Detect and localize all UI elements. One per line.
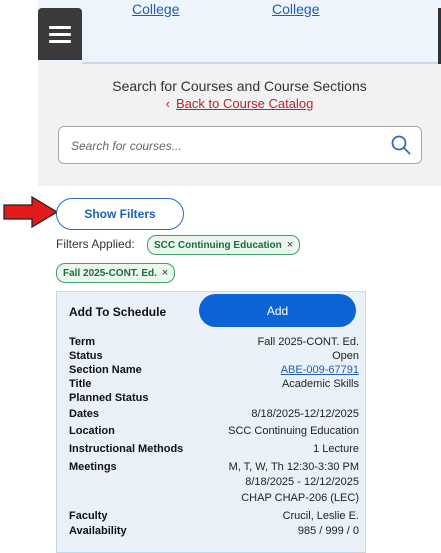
section-name-link[interactable]: ABE-009-67791 (281, 364, 359, 376)
menu-button[interactable] (38, 8, 82, 60)
add-button[interactable]: Add (199, 294, 356, 327)
top-header (38, 0, 441, 66)
field-label: Term (69, 336, 96, 348)
field-label: Section Name (69, 364, 142, 376)
show-filters-button[interactable]: Show Filters (56, 198, 184, 230)
header-divider (82, 62, 441, 64)
filter-chip-location[interactable]: SCC Continuing Education × (147, 235, 301, 255)
search-heading: Search for Courses and Course Sections (112, 78, 367, 94)
dates-row: Dates 8/18/2025-12/12/2025 (69, 408, 359, 423)
location-value: SCC Continuing Education (228, 425, 359, 437)
section-card: Add To Schedule Add Term Fall 2025-CONT.… (56, 291, 366, 553)
faculty-row: Faculty Crucil, Leslie E. (69, 510, 359, 525)
field-label: Status (69, 350, 103, 362)
dates-value: 8/18/2025-12/12/2025 (251, 408, 359, 420)
meeting-date-range: 8/18/2025 - 12/12/2025 (245, 476, 359, 488)
hamburger-icon (49, 26, 71, 29)
section-name-row: Section Name ABE-009-67791 (69, 364, 359, 379)
filter-chip-term[interactable]: Fall 2025-CONT. Ed. × (56, 263, 176, 283)
field-label: Location (69, 425, 115, 437)
instructional-methods-value: 1 Lecture (313, 443, 359, 455)
field-label: Instructional Methods (69, 443, 184, 455)
filters-applied-label: Filters Applied: (56, 237, 135, 251)
search-box (58, 126, 422, 164)
status-value: Open (332, 350, 359, 362)
meeting-room: CHAP CHAP-206 (LEC) (241, 492, 359, 504)
field-label: Title (69, 378, 92, 390)
field-label: Meetings (69, 461, 117, 473)
add-to-schedule-label: Add To Schedule (69, 305, 167, 319)
meeting-days-times: M, T, W, Th 12:30-3:30 PM (228, 461, 359, 473)
filter-chip-label: Fall 2025-CONT. Ed. (63, 268, 157, 279)
search-input[interactable] (69, 135, 373, 157)
term-row: Term Fall 2025-CONT. Ed. (69, 336, 359, 351)
instructional-methods-row: Instructional Methods 1 Lecture (69, 443, 359, 458)
field-label: Availability (69, 525, 127, 537)
title-value: Academic Skills (281, 378, 359, 390)
college-link-2[interactable]: College (272, 1, 319, 17)
back-to-catalog-link[interactable]: ‹ Back to Course Catalog (38, 96, 441, 111)
field-label: Planned Status (69, 392, 149, 404)
field-label: Faculty (69, 510, 108, 522)
back-link-label: Back to Course Catalog (176, 96, 314, 111)
search-icon[interactable] (390, 134, 412, 156)
status-row: Status Open (69, 350, 359, 365)
filter-chip-label: SCC Continuing Education (154, 240, 282, 251)
location-row: Location SCC Continuing Education (69, 425, 359, 440)
availability-row: Availability 985 / 999 / 0 (69, 525, 359, 540)
college-link-1[interactable]: College (132, 1, 179, 17)
availability-value: 985 / 999 / 0 (297, 525, 359, 537)
term-value: Fall 2025-CONT. Ed. (257, 336, 359, 348)
planned-status-row: Planned Status (69, 392, 359, 407)
chevron-left-icon: ‹ (165, 96, 171, 111)
remove-icon[interactable]: × (287, 239, 293, 251)
title-row: Title Academic Skills (69, 378, 359, 393)
red-arrow-icon (3, 195, 59, 229)
remove-icon[interactable]: × (162, 267, 168, 279)
field-label: Dates (69, 408, 99, 420)
search-panel: Search for Courses and Course Sections ‹… (38, 66, 441, 186)
faculty-value: Crucil, Leslie E. (282, 510, 359, 522)
